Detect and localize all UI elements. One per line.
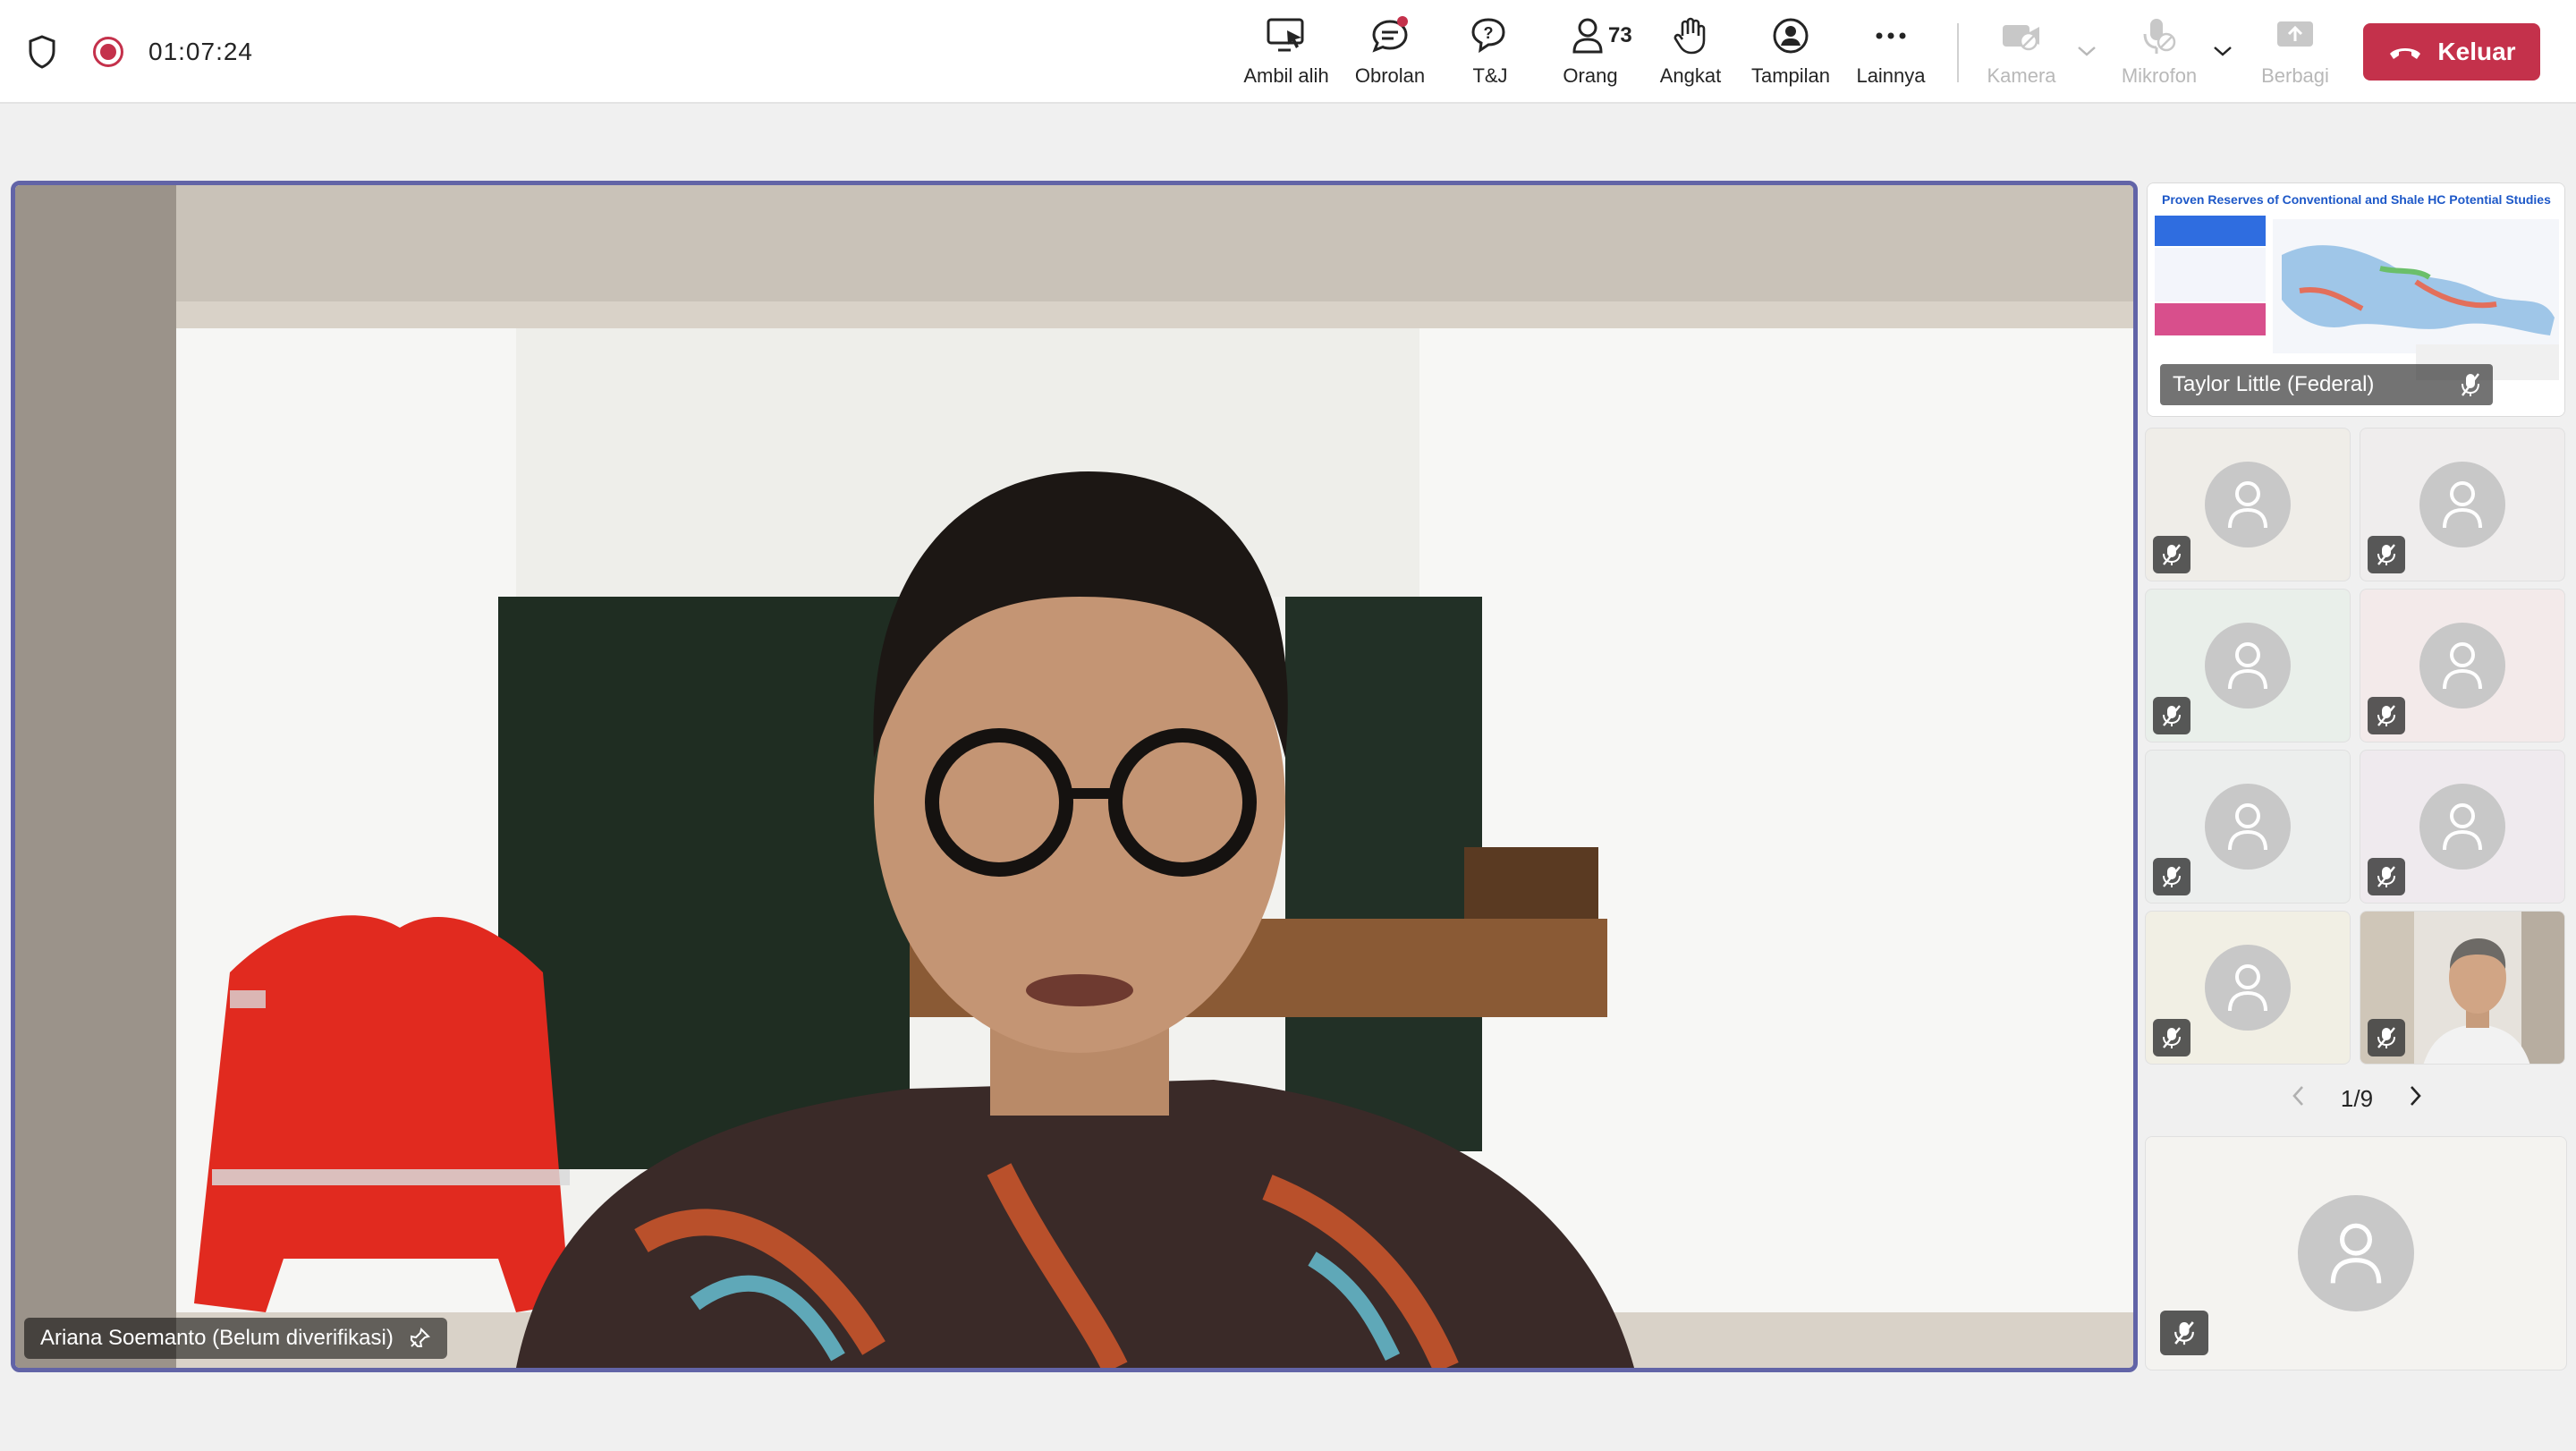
person-icon [2330,1223,2382,1284]
speaker-name-tag: Ariana Soemanto (Belum diverifikasi) [24,1318,447,1359]
previous-page-chevron-icon[interactable] [2290,1083,2308,1115]
participant-tile[interactable] [2145,589,2351,742]
raise-hand-button[interactable]: Angkat [1637,14,1744,93]
person-icon [2443,803,2482,851]
mic-muted-icon [2368,858,2405,895]
next-page-chevron-icon[interactable] [2406,1083,2424,1115]
participant-tile[interactable] [2360,428,2565,581]
camera-label: Kamera [1987,64,2056,87]
take-control-icon [1265,14,1308,57]
avatar [2298,1195,2414,1311]
camera-button[interactable]: Kamera [1968,14,2075,93]
presenter-name-tag: Taylor Little (Federal) [2160,364,2493,405]
chat-button[interactable]: Obrolan [1336,14,1444,93]
person-icon [2228,803,2267,851]
share-button[interactable]: Berbagi [2241,14,2349,93]
page-indicator: 1/9 [2340,1084,2374,1112]
speaker-video [15,185,2133,1368]
chat-icon [1368,14,1411,57]
share-icon [2274,14,2317,57]
recording-icon [93,37,123,67]
slide-title: Proven Reserves of Conventional and Shal… [2162,192,2551,207]
qa-label: T&J [1472,64,1508,87]
svg-text:?: ? [1484,24,1494,42]
participant-tile[interactable] [2360,589,2565,742]
person-icon [2228,481,2267,529]
participant-tile[interactable] [2145,428,2351,581]
mic-muted-icon [2368,697,2405,734]
person-icon [2443,481,2482,529]
chat-notification-dot [1397,16,1408,27]
avatar [2205,945,2291,1031]
avatar [2205,784,2291,870]
share-label: Berbagi [2261,64,2329,87]
main-video-stage[interactable]: Ariana Soemanto (Belum diverifikasi) [11,181,2138,1372]
people-icon: 73 [1569,14,1632,57]
raise-hand-label: Angkat [1659,64,1722,87]
mic-muted-icon [2153,697,2190,734]
meeting-timer: 01:07:24 [148,38,253,65]
qa-button[interactable]: ? T&J [1436,14,1544,93]
leave-label: Keluar [2437,38,2516,65]
microphone-label: Mikrofon [2121,64,2198,87]
avatar [2205,623,2291,709]
participant-tile[interactable] [2145,750,2351,904]
raise-hand-icon [1669,14,1712,57]
shield-icon [29,35,55,69]
hang-up-icon [2390,48,2421,59]
take-control-button[interactable]: Ambil alih [1233,14,1340,93]
people-button[interactable]: 73 Orang [1537,14,1644,93]
person-icon [2443,642,2482,690]
person-icon [2228,964,2267,1012]
participant-video-tile[interactable] [2360,911,2565,1065]
people-label: Orang [1563,64,1618,87]
people-count: 73 [1608,23,1632,47]
more-button[interactable]: Lainnya [1837,14,1945,93]
presenter-name: Taylor Little (Federal) [2173,372,2375,396]
qa-icon: ? [1469,14,1512,57]
self-view-tile[interactable] [2145,1136,2567,1370]
mic-muted-icon [2153,858,2190,895]
mic-muted-icon [2462,373,2479,396]
microphone-button[interactable]: Mikrofon [2106,14,2213,93]
more-label: Lainnya [1856,64,1926,87]
mic-off-icon [2138,14,2181,57]
camera-off-icon [2000,14,2043,57]
avatar [2419,784,2505,870]
avatar [2419,462,2505,547]
mic-muted-icon [2153,536,2190,573]
microphone-options-chevron-icon[interactable] [2209,38,2236,64]
take-control-label: Ambil alih [1243,64,1329,87]
mic-muted-icon [2368,536,2405,573]
toolbar-divider [1957,23,1959,82]
speaker-name: Ariana Soemanto (Belum diverifikasi) [40,1326,394,1350]
participant-tile[interactable] [2360,750,2565,904]
pin-icon[interactable] [408,1327,431,1350]
view-icon [1769,14,1812,57]
camera-options-chevron-icon[interactable] [2073,38,2100,64]
gallery-pager: 1/9 [2290,1082,2424,1115]
mic-muted-icon [2160,1311,2208,1355]
view-label: Tampilan [1750,64,1831,87]
meeting-status: 01:07:24 [27,32,253,72]
avatar [2419,623,2505,709]
more-icon [1869,14,1912,57]
avatar [2205,462,2291,547]
mic-muted-icon [2153,1019,2190,1056]
person-icon [2228,642,2267,690]
leave-button[interactable]: Keluar [2363,23,2540,81]
screen-share-tile[interactable]: Proven Reserves of Conventional and Shal… [2147,182,2565,417]
participant-tile[interactable] [2145,911,2351,1065]
view-button[interactable]: Tampilan [1737,14,1844,93]
meeting-toolbar: 01:07:24 Ambil alih Obrolan ? T&J 73 Ora… [0,0,2576,104]
chat-label: Obrolan [1354,64,1426,87]
mic-muted-icon [2368,1019,2405,1056]
